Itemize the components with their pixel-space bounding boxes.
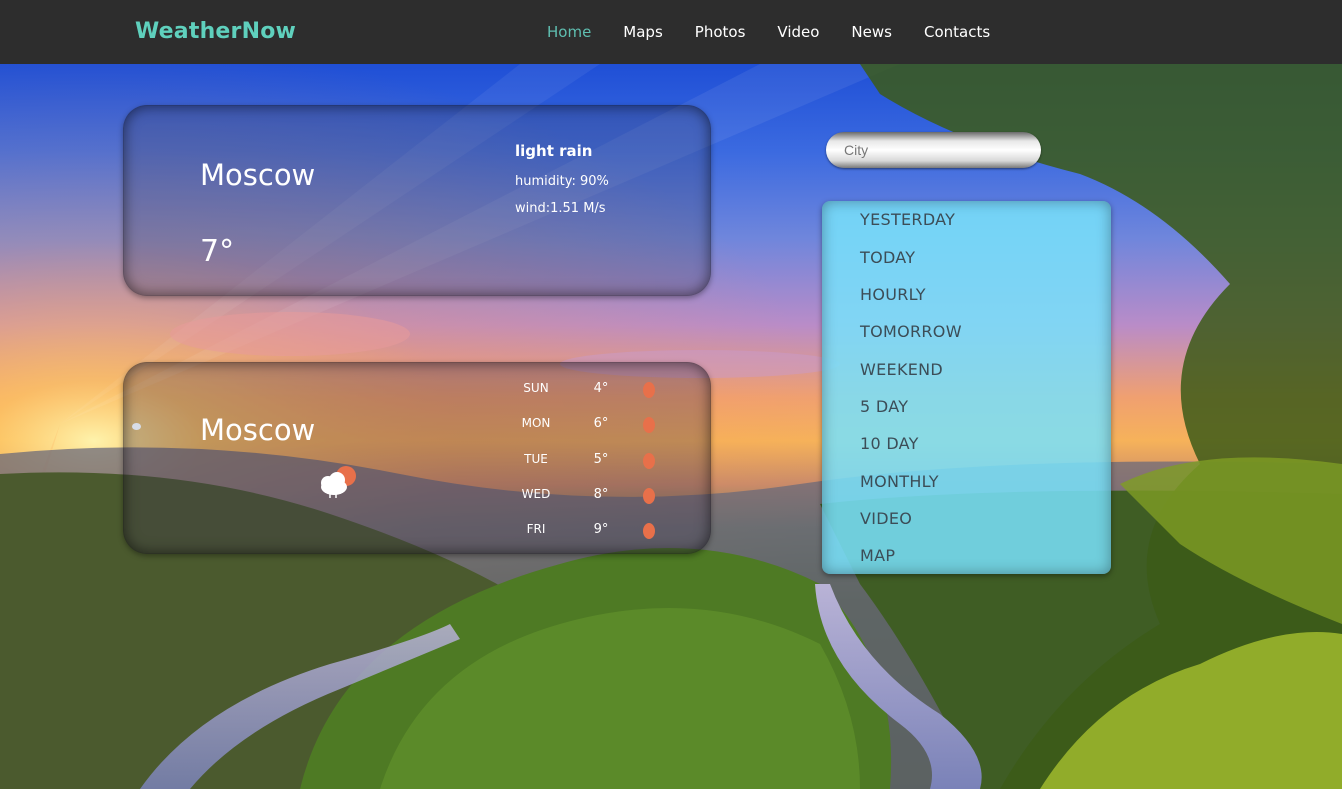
forecast-row: TUE 5° [504,452,664,472]
city-search-input[interactable] [832,137,1032,163]
forecast-temp: 9° [593,522,609,537]
nav-links: Home Maps Photos Video News Contacts [547,23,1022,41]
period-menu: YESTERDAY TODAY HOURLY TOMORROW WEEKEND … [822,201,1111,574]
current-weather-card: Moscow 7° light rain humidity: 90% wind:… [123,105,711,296]
menu-item-10-day[interactable]: 10 DAY [860,434,919,453]
forecast-temp: 6° [593,416,609,431]
forecast-row: MON 6° [504,416,664,436]
top-navbar: WeatherNow Home Maps Photos Video News C… [0,0,1342,64]
forecast-indicator-icon [643,453,655,469]
menu-item-monthly[interactable]: MONTHLY [860,472,939,491]
forecast-day: TUE [524,452,548,466]
forecast-day: WED [521,487,551,501]
forecast-temp: 8° [593,487,609,502]
forecast-card: Moscow SUN 4° MON 6° TUE 5° WED 8° FRI 9… [123,362,711,554]
slider-dot[interactable] [132,423,141,430]
forecast-temp: 5° [593,452,609,467]
cloud-sun-icon [321,466,356,498]
nav-item-video[interactable]: Video [777,23,819,41]
city-search-box [826,132,1041,168]
menu-item-weekend[interactable]: WEEKEND [860,360,943,379]
forecast-day: SUN [523,381,549,395]
humidity-value: humidity: 90% [515,174,609,189]
forecast-row: SUN 4° [504,381,664,401]
forecast-day: MON [521,416,551,430]
forecast-city-name: Moscow [200,413,316,447]
forecast-row: WED 8° [504,487,664,507]
forecast-indicator-icon [643,417,655,433]
forecast-temp: 4° [593,381,609,396]
brand-logo[interactable]: WeatherNow [135,19,296,44]
current-temperature: 7° [200,234,235,269]
current-city-name: Moscow [200,158,316,192]
forecast-indicator-icon [643,382,655,398]
wind-value: wind:1.51 M/s [515,201,606,216]
nav-item-photos[interactable]: Photos [695,23,746,41]
weather-condition: light rain [515,142,593,160]
menu-item-yesterday[interactable]: YESTERDAY [860,210,955,229]
forecast-row: FRI 9° [504,522,664,542]
menu-item-5-day[interactable]: 5 DAY [860,397,908,416]
menu-item-today[interactable]: TODAY [860,248,915,267]
nav-item-news[interactable]: News [851,23,892,41]
menu-item-tomorrow[interactable]: TOMORROW [860,322,962,341]
forecast-indicator-icon [643,523,655,539]
nav-item-maps[interactable]: Maps [623,23,662,41]
menu-item-map[interactable]: MAP [860,546,895,565]
forecast-day: FRI [526,522,546,536]
menu-item-video[interactable]: VIDEO [860,509,912,528]
forecast-indicator-icon [643,488,655,504]
menu-item-hourly[interactable]: HOURLY [860,285,926,304]
nav-item-contacts[interactable]: Contacts [924,23,990,41]
nav-item-home[interactable]: Home [547,23,591,41]
